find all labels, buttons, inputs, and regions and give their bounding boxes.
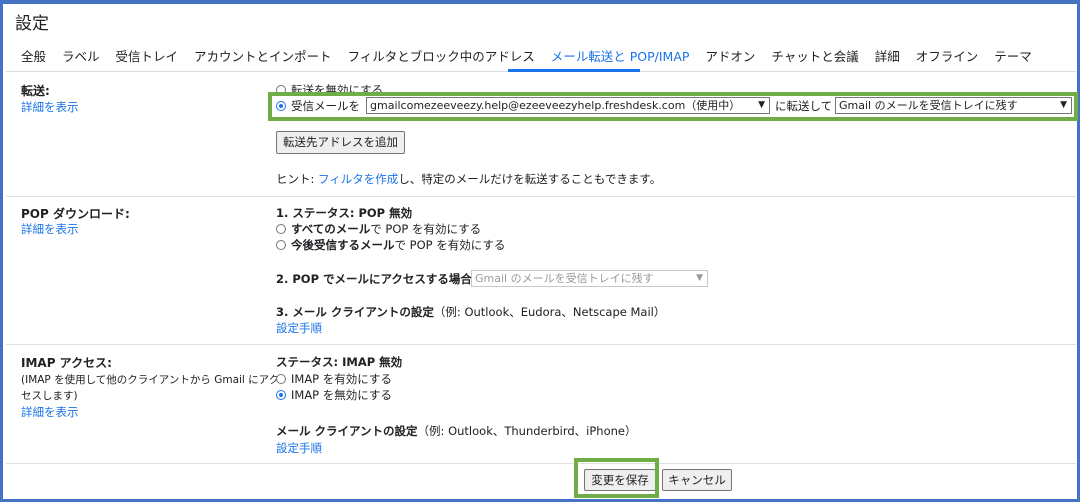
- tab-labels[interactable]: ラベル: [62, 46, 100, 65]
- radio-icon[interactable]: [276, 224, 286, 234]
- cancel-button[interactable]: キャンセル: [662, 469, 732, 491]
- pop-setup-instructions-link[interactable]: 設定手順: [276, 320, 322, 336]
- settings-tabs: 全般 ラベル 受信トレイ アカウントとインポート フィルタとブロック中のアドレス…: [21, 46, 1044, 68]
- tab-filters[interactable]: フィルタとブロック中のアドレス: [348, 46, 535, 65]
- imap-disable-option[interactable]: IMAP を無効にする: [276, 387, 392, 403]
- tab-themes[interactable]: テーマ: [994, 46, 1032, 65]
- pop-client-setup: 3. メール クライアントの設定（例: Outlook、Eudora、Netsc…: [276, 305, 666, 319]
- page-title: 設定: [15, 14, 49, 34]
- section-divider: [6, 463, 1076, 464]
- imap-setup-instructions-link[interactable]: 設定手順: [276, 440, 322, 456]
- imap-description: (IMAP を使用して他のクライアントから Gmail にアク セスします): [21, 374, 280, 402]
- forwarding-hint: ヒント: フィルタを作成し、特定のメールだけを転送することもできます。: [276, 172, 662, 186]
- tab-addons[interactable]: アドオン: [705, 46, 755, 65]
- imap-client-setup: メール クライアントの設定（例: Outlook、Thunderbird、iPh…: [276, 424, 637, 438]
- active-tab-indicator: [508, 69, 640, 72]
- add-forwarding-address-button[interactable]: 転送先アドレスを追加: [276, 131, 405, 154]
- tab-chat-meet[interactable]: チャットと会議: [771, 46, 858, 65]
- highlight-box-forwarding: [268, 92, 1078, 121]
- radio-checked-icon[interactable]: [276, 390, 286, 400]
- section-divider: [6, 344, 1076, 345]
- forwarding-label: 転送:: [21, 84, 50, 98]
- highlight-box-save: [574, 458, 659, 498]
- tab-general[interactable]: 全般: [21, 46, 46, 65]
- tab-advanced[interactable]: 詳細: [875, 46, 900, 65]
- pop-access-label: 2. POP でメールにアクセスする場合: [276, 272, 472, 286]
- section-divider: [6, 196, 1076, 197]
- tab-offline[interactable]: オフライン: [916, 46, 979, 65]
- pop-detail-link[interactable]: 詳細を表示: [21, 221, 79, 237]
- forwarding-detail-link[interactable]: 詳細を表示: [21, 99, 79, 115]
- imap-label: IMAP アクセス:: [21, 356, 112, 370]
- chevron-down-icon: ▼: [696, 273, 703, 283]
- create-filter-link[interactable]: フィルタを作成: [318, 172, 398, 186]
- radio-icon[interactable]: [276, 240, 286, 250]
- tab-inbox[interactable]: 受信トレイ: [116, 46, 179, 65]
- imap-enable-option[interactable]: IMAP を有効にする: [276, 371, 392, 387]
- pop-label: POP ダウンロード:: [21, 207, 130, 221]
- tab-accounts[interactable]: アカウントとインポート: [194, 46, 332, 65]
- imap-status: ステータス: IMAP 無効: [276, 355, 403, 369]
- imap-detail-link[interactable]: 詳細を表示: [21, 404, 79, 420]
- tab-forwarding-pop-imap[interactable]: メール転送と POP/IMAP: [551, 46, 690, 65]
- pop-enable-new-option[interactable]: 今後受信するメールで POP を有効にする: [276, 237, 505, 253]
- radio-icon[interactable]: [276, 374, 286, 384]
- pop-status: 1. ステータス: POP 無効: [276, 206, 413, 220]
- pop-access-select: Gmail のメールを受信トレイに残す ▼: [471, 270, 708, 287]
- pop-enable-all-option[interactable]: すべてのメールで POP を有効にする: [276, 221, 481, 237]
